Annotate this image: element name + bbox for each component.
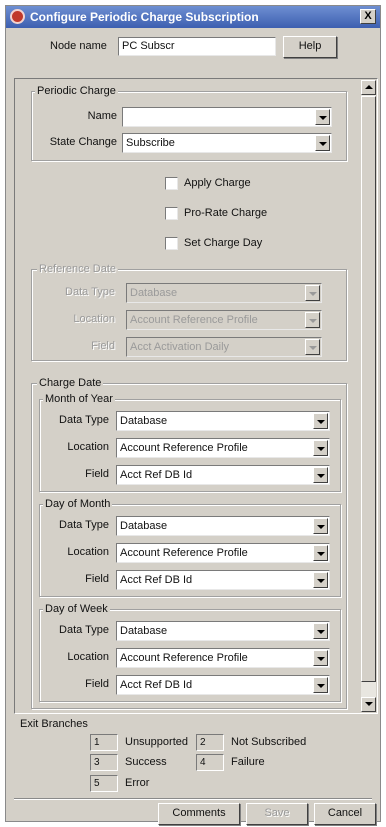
chevron-down-icon[interactable] [313, 650, 328, 666]
moy-data-type-select[interactable]: Database [116, 411, 330, 431]
dom-location-select[interactable]: Account Reference Profile [116, 543, 330, 563]
chevron-down-icon[interactable] [313, 677, 328, 693]
chevron-down-icon [305, 312, 320, 328]
reference-date-title: Reference Date [37, 263, 119, 275]
chevron-down-icon[interactable] [315, 135, 330, 151]
dom-field-value: Acct Ref DB Id [120, 574, 193, 586]
chevron-down-icon[interactable] [313, 572, 328, 588]
help-button[interactable]: Help [283, 36, 337, 58]
dow-location-select[interactable]: Account Reference Profile [116, 648, 330, 668]
ref-location-select: Account Reference Profile [126, 310, 322, 330]
branch-label: Success [125, 756, 167, 768]
month-of-year-title: Month of Year [43, 393, 115, 405]
chevron-down-icon[interactable] [315, 109, 330, 125]
node-name-label: Node name [50, 40, 107, 52]
scroll-down-icon[interactable] [361, 697, 376, 712]
pro-rate-charge-label: Pro-Rate Charge [184, 207, 268, 219]
periodic-charge-title: Periodic Charge [35, 85, 118, 97]
ref-field-value: Acct Activation Daily [130, 341, 230, 353]
chevron-down-icon[interactable] [313, 440, 328, 456]
branch-number: 5 [90, 775, 118, 792]
dow-location-label: Location [67, 651, 109, 663]
chevron-down-icon[interactable] [313, 413, 328, 429]
ref-data-type-select: Database [126, 283, 322, 303]
apply-charge-label: Apply Charge [184, 177, 251, 189]
title-bar: Configure Periodic Charge Subscription X [6, 6, 380, 28]
configure-periodic-charge-dialog: Configure Periodic Charge Subscription X… [5, 5, 381, 825]
dom-data-type-label: Data Type [59, 519, 109, 531]
dow-field-value: Acct Ref DB Id [120, 679, 193, 691]
branch-number: 3 [90, 754, 118, 771]
scroll-thumb[interactable] [361, 96, 376, 682]
moy-data-type-label: Data Type [59, 414, 109, 426]
dow-field-select[interactable]: Acct Ref DB Id [116, 675, 330, 695]
chevron-down-icon[interactable] [313, 518, 328, 534]
vertical-scrollbar[interactable] [361, 80, 376, 712]
dom-data-type-select[interactable]: Database [116, 516, 330, 536]
scroll-up-icon[interactable] [361, 80, 376, 95]
ref-field-select: Acct Activation Daily [126, 337, 322, 357]
branch-number: 1 [90, 734, 118, 751]
cancel-button[interactable]: Cancel [314, 803, 376, 825]
dow-field-label: Field [85, 678, 109, 690]
name-select[interactable] [122, 107, 332, 127]
day-of-week-title: Day of Week [43, 603, 110, 615]
dom-field-label: Field [85, 573, 109, 585]
branch-number: 4 [196, 754, 224, 771]
ref-location-label: Location [73, 313, 115, 325]
dom-location-value: Account Reference Profile [120, 547, 248, 559]
moy-location-value: Account Reference Profile [120, 442, 248, 454]
moy-field-label: Field [85, 468, 109, 480]
state-change-select[interactable]: Subscribe [122, 133, 332, 153]
dom-field-select[interactable]: Acct Ref DB Id [116, 570, 330, 590]
ref-field-label: Field [91, 340, 115, 352]
dow-data-type-value: Database [120, 625, 168, 637]
dow-data-type-select[interactable]: Database [116, 621, 330, 641]
branch-number: 2 [196, 734, 224, 751]
set-charge-day-label: Set Charge Day [184, 237, 263, 249]
ref-data-type-value: Database [130, 287, 178, 299]
chevron-down-icon[interactable] [313, 467, 328, 483]
apply-charge-checkbox[interactable] [165, 177, 178, 190]
dow-data-type-label: Data Type [59, 624, 109, 636]
footer-separator [14, 798, 372, 800]
name-label: Name [87, 110, 117, 122]
ref-location-value: Account Reference Profile [130, 314, 258, 326]
set-charge-day-checkbox[interactable] [165, 237, 178, 250]
chevron-down-icon[interactable] [313, 545, 328, 561]
dom-data-type-value: Database [120, 520, 168, 532]
moy-location-select[interactable]: Account Reference Profile [116, 438, 330, 458]
chevron-down-icon [305, 285, 320, 301]
exit-branches-title: Exit Branches [20, 718, 88, 730]
chevron-down-icon [305, 339, 320, 355]
dow-location-value: Account Reference Profile [120, 652, 248, 664]
settings-scroll-pane[interactable]: Periodic Charge Name State Change Subscr… [14, 78, 378, 714]
state-change-label: State Change [49, 136, 117, 148]
save-button[interactable]: Save [246, 803, 308, 825]
chevron-down-icon[interactable] [313, 623, 328, 639]
window-title: Configure Periodic Charge Subscription [30, 10, 259, 24]
close-icon[interactable]: X [360, 9, 376, 24]
dom-location-label: Location [67, 546, 109, 558]
state-change-value: Subscribe [126, 137, 175, 149]
comments-button[interactable]: Comments [158, 803, 240, 825]
day-of-month-title: Day of Month [43, 498, 113, 510]
pro-rate-charge-checkbox[interactable] [165, 207, 178, 220]
moy-field-select[interactable]: Acct Ref DB Id [116, 465, 330, 485]
app-icon [10, 9, 25, 24]
node-name-input[interactable]: PC Subscr [118, 37, 276, 56]
moy-field-value: Acct Ref DB Id [120, 469, 193, 481]
branch-label: Failure [231, 756, 265, 768]
ref-data-type-label: Data Type [65, 286, 115, 298]
branch-label: Unsupported [125, 736, 188, 748]
branch-label: Not Subscribed [231, 736, 307, 748]
moy-location-label: Location [67, 441, 109, 453]
branch-label: Error [125, 777, 150, 789]
charge-date-title: Charge Date [37, 377, 104, 389]
moy-data-type-value: Database [120, 415, 168, 427]
